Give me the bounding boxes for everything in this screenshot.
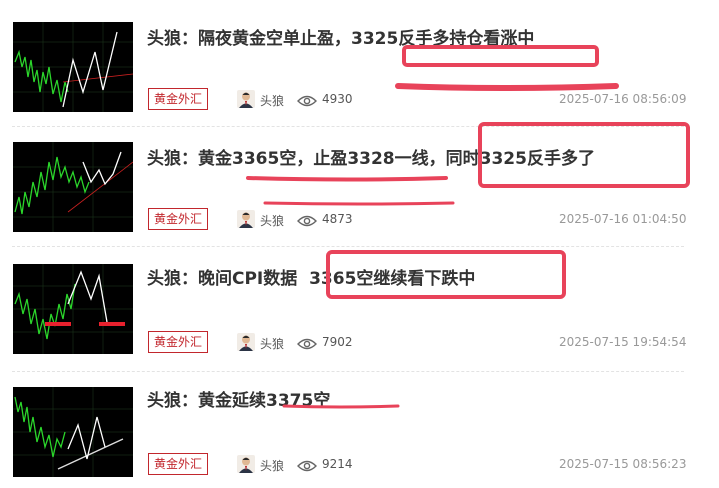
publish-date: 2025-07-16 01:04:50 bbox=[559, 212, 687, 226]
chart-thumbnail-image bbox=[13, 387, 133, 477]
chart-thumbnail-image bbox=[13, 22, 133, 112]
view-count: 7902 bbox=[322, 335, 353, 349]
chart-thumbnail-image bbox=[13, 264, 133, 354]
eye-icon bbox=[297, 93, 317, 107]
article-title[interactable]: 头狼：隔夜黄金空单止盈，3325反手多持仓看涨中 bbox=[147, 24, 534, 49]
author-name[interactable]: 头狼 bbox=[260, 335, 284, 352]
author-avatar bbox=[237, 455, 255, 473]
author-avatar bbox=[237, 210, 255, 228]
chart-thumbnail[interactable] bbox=[13, 142, 133, 232]
chart-thumbnail-image bbox=[13, 142, 133, 232]
divider bbox=[12, 126, 684, 127]
view-count: 4930 bbox=[322, 92, 353, 106]
article-item: 头狼：黄金延续3375空 黄金外汇 头狼 9214 2025-07-15 08:… bbox=[0, 378, 719, 488]
eye-icon bbox=[297, 458, 317, 472]
category-tag[interactable]: 黄金外汇 bbox=[148, 88, 209, 110]
chart-thumbnail[interactable] bbox=[13, 387, 133, 477]
article-title[interactable]: 头狼：黄金3365空，止盈3328一线，同时3325反手多了 bbox=[147, 144, 595, 169]
category-tag[interactable]: 黄金外汇 bbox=[148, 208, 209, 230]
category-tag[interactable]: 黄金外汇 bbox=[148, 453, 209, 475]
publish-date: 2025-07-16 08:56:09 bbox=[559, 92, 687, 106]
eye-icon bbox=[297, 213, 317, 227]
author-avatar bbox=[237, 90, 255, 108]
publish-date: 2025-07-15 19:54:54 bbox=[559, 335, 687, 349]
author-avatar bbox=[237, 333, 255, 351]
article-title[interactable]: 头狼：晚间CPI数据 3365空继续看下跌中 bbox=[147, 264, 475, 289]
eye-icon bbox=[297, 336, 317, 350]
author-name[interactable]: 头狼 bbox=[260, 92, 284, 109]
chart-thumbnail[interactable] bbox=[13, 22, 133, 112]
view-count: 4873 bbox=[322, 212, 353, 226]
view-count: 9214 bbox=[322, 457, 353, 471]
chart-thumbnail[interactable] bbox=[13, 264, 133, 354]
divider bbox=[12, 246, 684, 247]
article-item: 头狼：黄金3365空，止盈3328一线，同时3325反手多了 黄金外汇 头狼 4… bbox=[0, 134, 719, 244]
divider bbox=[12, 371, 684, 372]
article-item: 头狼：隔夜黄金空单止盈，3325反手多持仓看涨中 黄金外汇 头狼 4930 20… bbox=[0, 14, 719, 124]
author-name[interactable]: 头狼 bbox=[260, 457, 284, 474]
article-item: 头狼：晚间CPI数据 3365空继续看下跌中 黄金外汇 头狼 7902 2025… bbox=[0, 254, 719, 364]
author-name[interactable]: 头狼 bbox=[260, 212, 284, 229]
category-tag[interactable]: 黄金外汇 bbox=[148, 331, 209, 353]
publish-date: 2025-07-15 08:56:23 bbox=[559, 457, 687, 471]
article-title[interactable]: 头狼：黄金延续3375空 bbox=[147, 386, 330, 411]
